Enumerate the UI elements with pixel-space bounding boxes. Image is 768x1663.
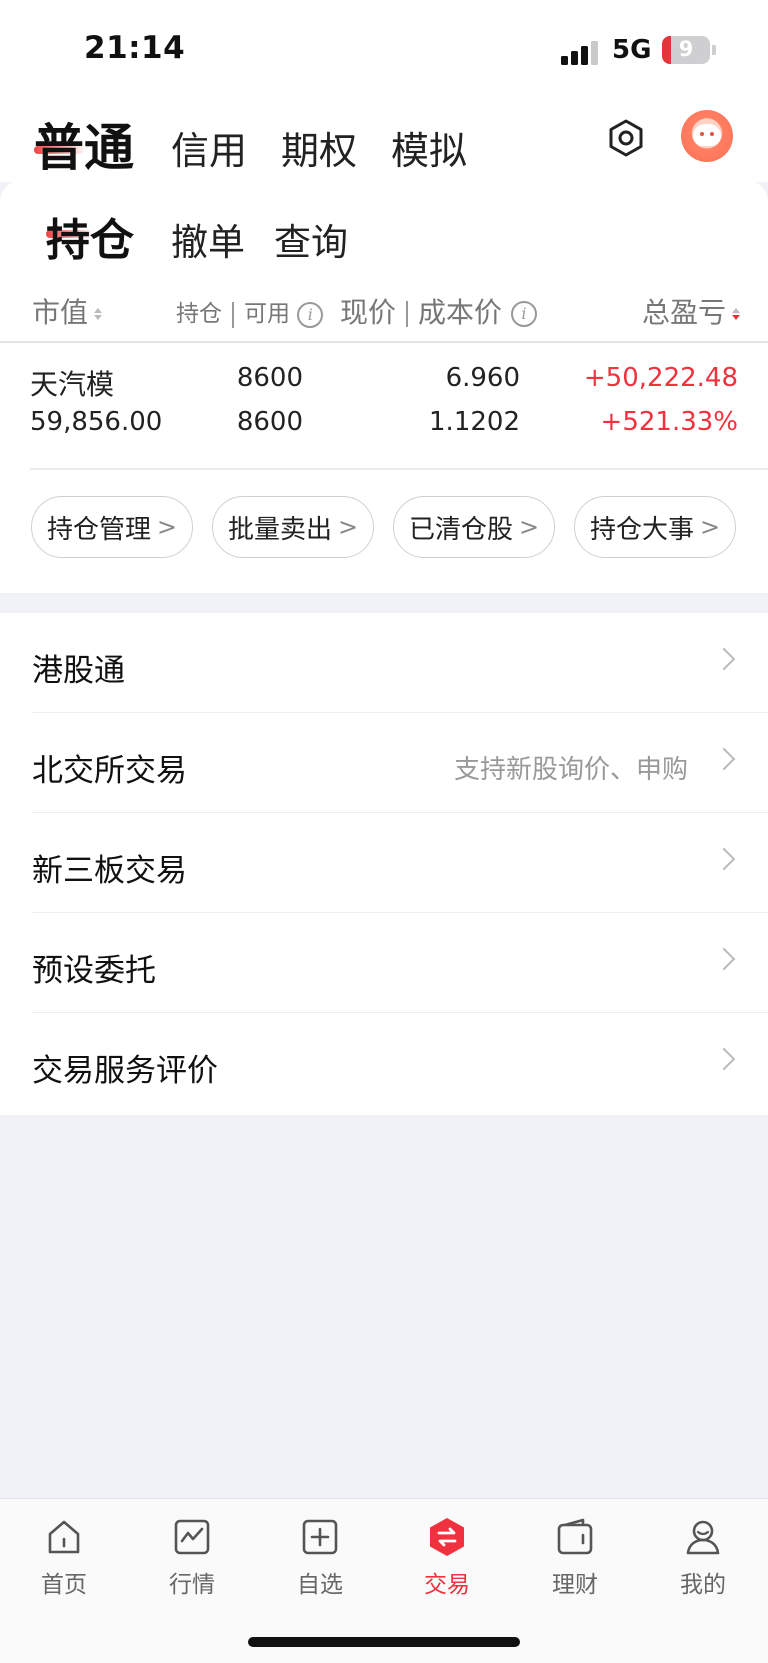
chip-label: 已清仓股 [408, 514, 513, 545]
sort-icon [732, 308, 740, 320]
chevron-right-icon [712, 747, 736, 771]
chart-icon [174, 1519, 210, 1555]
tabbar-label: 交易 [424, 1572, 470, 1598]
tabbar-label: 行情 [169, 1572, 215, 1598]
available-qty: 8600 [236, 407, 303, 437]
menu-item-neeq-trading[interactable]: 新三板交易 [0, 813, 768, 913]
chevron-right-icon [712, 647, 736, 671]
tab-simulation[interactable]: 模拟 [391, 120, 467, 175]
chevron-right-icon: > [337, 513, 359, 541]
menu-item-preset-orders[interactable]: 预设委托 [0, 913, 768, 1013]
tabbar-wealth[interactable]: 理财 [525, 1517, 625, 1599]
chevron-right-icon: > [156, 513, 178, 541]
menu-item-bse-trading[interactable]: 北交所交易 支持新股询价、申购 [0, 713, 768, 813]
tabbar-profile[interactable]: 我的 [653, 1517, 753, 1599]
wallet-icon [557, 1518, 593, 1555]
header-total-pnl-label: 总盈亏 [641, 296, 726, 329]
account-type-tabs: 普通 信用 期权 模拟 [0, 100, 768, 182]
position-row[interactable]: 天汽模 59,856.00 8600 8600 6.960 1.1202 +50… [0, 343, 768, 451]
chevron-right-icon [712, 947, 736, 971]
position-actions: 持仓管理 > 批量卖出 > 已清仓股 > 持仓大事 > [0, 496, 768, 560]
menu-item-hint: 支持新股询价、申购 [453, 755, 688, 785]
menu-item-label: 预设委托 [32, 953, 156, 989]
battery-cap [712, 45, 716, 55]
chevron-right-icon [712, 1047, 736, 1071]
tabbar-label: 我的 [680, 1572, 726, 1598]
chevron-right-icon [712, 847, 736, 871]
chip-label: 持仓管理 [46, 514, 151, 545]
tab-positions[interactable]: 持仓 [46, 204, 134, 268]
holding-qty: 8600 [236, 363, 303, 393]
total-pnl: +50,222.48 [583, 363, 738, 393]
tab-query[interactable]: 查询 [274, 212, 348, 266]
tab-cancel-orders[interactable]: 撤单 [171, 212, 245, 266]
tabbar-market[interactable]: 行情 [142, 1517, 242, 1599]
avatar[interactable] [681, 110, 733, 162]
clock: 21:14 [84, 30, 186, 66]
menu-item-label: 新三板交易 [32, 853, 187, 889]
menu-item-label: 交易服务评价 [32, 1053, 218, 1089]
menu-item-label: 港股通 [32, 653, 125, 689]
header-holding-label: 持仓 [176, 301, 222, 327]
user-icon [686, 1520, 720, 1555]
signal-icon [561, 39, 601, 65]
tab-credit[interactable]: 信用 [171, 120, 247, 175]
sort-icon [94, 308, 103, 320]
tab-options[interactable]: 期权 [281, 120, 357, 175]
header-total-pnl[interactable]: 总盈亏 [642, 291, 740, 331]
positions-card: 持仓 撤单 查询 市值 持仓 可用 i 现价 成本价 i 总盈亏 天汽模 59,85… [0, 180, 768, 593]
menu-item-hk-connect[interactable]: 港股通 [0, 613, 768, 713]
position-events-button[interactable]: 持仓大事 > [574, 496, 736, 558]
header-price-cost: 现价 成本价 i [340, 291, 537, 331]
menu-item-service-rating[interactable]: 交易服务评价 [0, 1013, 768, 1113]
cleared-stocks-button[interactable]: 已清仓股 > [393, 496, 555, 558]
home-icon [48, 1520, 80, 1554]
info-icon[interactable]: i [297, 301, 324, 328]
tabbar-watchlist[interactable]: 自选 [270, 1517, 370, 1599]
tabbar-trade[interactable]: 交易 [397, 1517, 497, 1599]
add-square-icon [302, 1519, 338, 1555]
chevron-right-icon: > [699, 513, 721, 541]
battery-icon: 9 [662, 36, 710, 64]
header-available-label: 可用 [244, 301, 290, 327]
cost-price: 1.1202 [429, 407, 520, 437]
row-divider [30, 468, 768, 470]
settings-icon[interactable] [606, 118, 646, 158]
header-market-value[interactable]: 市值 [32, 291, 103, 331]
market-value: 59,856.00 [30, 407, 163, 437]
trade-icon [430, 1518, 464, 1556]
batch-sell-button[interactable]: 批量卖出 > [212, 496, 374, 558]
tab-normal[interactable]: 普通 [34, 108, 134, 180]
table-header: 市值 持仓 可用 i 现价 成本价 i 总盈亏 [0, 285, 768, 335]
header-current-price-label: 现价 [340, 296, 397, 329]
stock-name: 天汽模 [30, 368, 115, 401]
info-icon[interactable]: i [510, 301, 537, 327]
chevron-right-icon: > [518, 513, 540, 541]
tabbar-home[interactable]: 首页 [14, 1517, 114, 1599]
chip-label: 持仓大事 [589, 514, 694, 545]
tabbar-label: 首页 [41, 1572, 87, 1598]
chip-label: 批量卖出 [227, 514, 332, 545]
home-indicator[interactable] [248, 1637, 520, 1647]
divider [406, 301, 409, 327]
trade-menu: 港股通 北交所交易 支持新股询价、申购 新三板交易 预设委托 交易服务评价 [0, 613, 768, 1115]
tabbar-label: 自选 [297, 1572, 343, 1598]
status-bar: 21:14 5G 9 [0, 0, 768, 100]
network-type: 5G [612, 35, 652, 65]
tabbar-label: 理财 [552, 1572, 598, 1598]
current-price: 6.960 [445, 363, 520, 393]
header-market-value-label: 市值 [32, 296, 89, 329]
menu-item-label: 北交所交易 [32, 753, 187, 789]
battery-level: 9 [678, 37, 694, 61]
divider [232, 301, 234, 328]
header-cost-price-label: 成本价 [418, 296, 503, 329]
total-pnl-pct: +521.33% [600, 407, 738, 437]
avatar-face [693, 124, 721, 146]
position-management-button[interactable]: 持仓管理 > [31, 496, 193, 558]
header-holding-available: 持仓 可用 i [176, 294, 324, 328]
